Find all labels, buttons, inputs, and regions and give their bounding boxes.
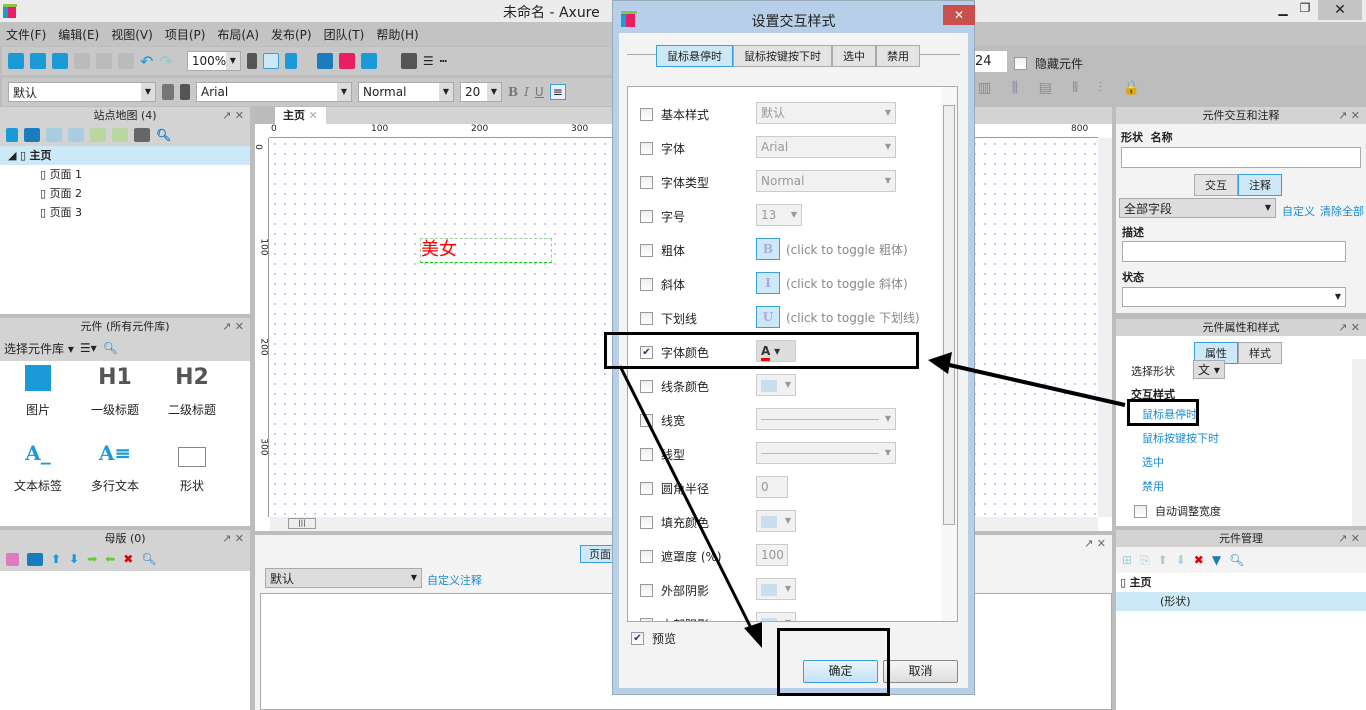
arrowhead bbox=[744, 622, 762, 648]
arrow-to-ok bbox=[618, 365, 754, 631]
arrowhead bbox=[928, 352, 952, 374]
arrow-to-font-color bbox=[944, 362, 1126, 407]
annotation-arrows bbox=[618, 352, 1126, 648]
